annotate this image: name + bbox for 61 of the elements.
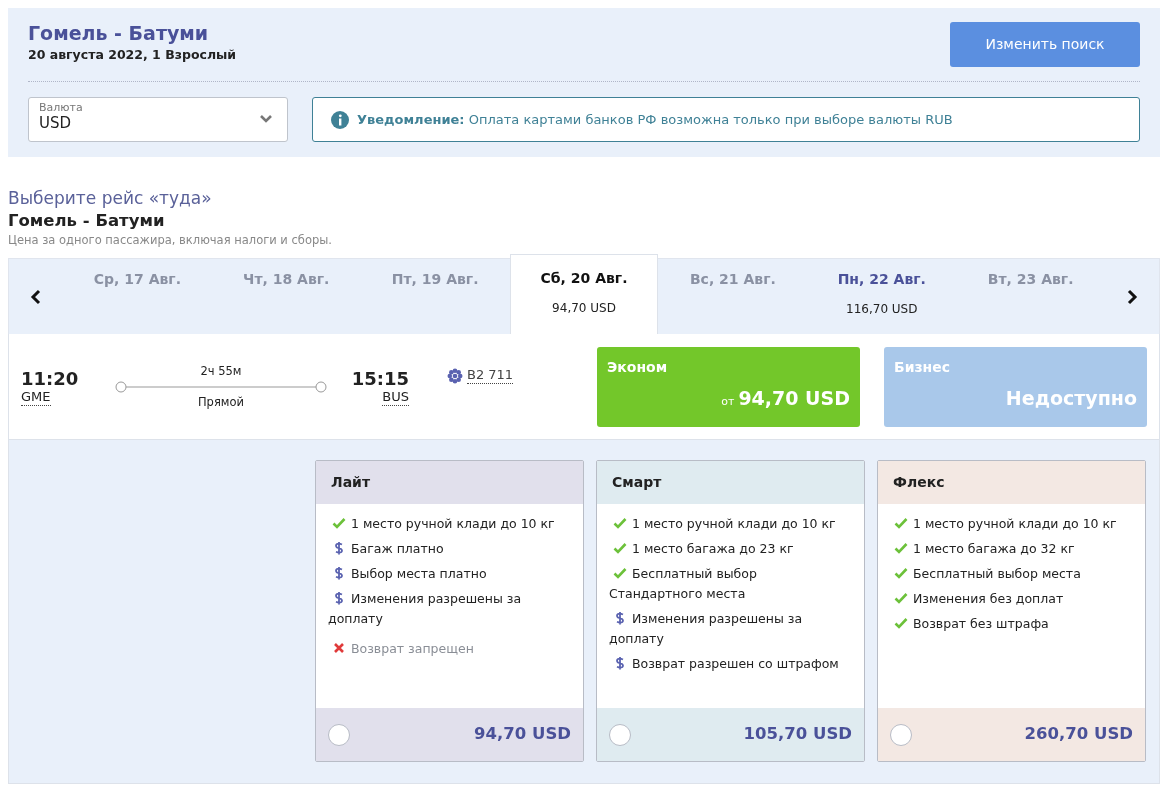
route-title: Гомель - Батуми [28, 22, 210, 46]
check-icon [893, 516, 909, 531]
fare-feature: Выбор места платно [328, 564, 571, 585]
cabin-class-button[interactable]: Эконом от 94,70 USD [597, 346, 860, 427]
date-tab[interactable]: Ср, 17 Авг. [62, 259, 212, 335]
fare-radio[interactable] [609, 723, 631, 746]
fare-name: Флекс [878, 461, 1145, 505]
fare-price: 260,70 USD [1024, 723, 1133, 746]
chevron-down-icon [259, 114, 273, 124]
change-search-button[interactable]: Изменить поиск [950, 22, 1140, 67]
duration-label: 2ч 55м [200, 362, 242, 380]
check-icon [893, 541, 909, 556]
date-tab[interactable]: Вс, 21 Авг. [658, 259, 808, 335]
snowflake-icon [447, 367, 463, 384]
fare-feature: Возврат разрешен со штрафом [609, 654, 852, 675]
departure-time: 11:20 [21, 367, 79, 390]
fare-name: Лайт [316, 461, 583, 505]
date-tab[interactable]: Пн, 22 Авг. 116,70 USD [807, 259, 957, 335]
fare-feature: Возврат без штрафа [890, 614, 1133, 635]
airport-code: BUS [382, 389, 409, 406]
fare-radio[interactable] [890, 723, 912, 746]
date-tab[interactable]: Пт, 19 Авг. [360, 259, 510, 335]
flight-number-link[interactable]: B2 711 [467, 367, 514, 385]
route-name: Гомель - Батуми [8, 210, 166, 233]
fare-feature: 1 место ручной клади до 10 кг [328, 514, 571, 535]
date-tab[interactable]: Сб, 20 Авг. 94,70 USD [509, 254, 659, 335]
check-icon [893, 616, 909, 631]
fare-name: Смарт [597, 461, 864, 505]
fare-feature: Возврат запрещен [328, 639, 571, 660]
section-heading: Выберите рейс «туда» [8, 187, 213, 210]
date-tab[interactable]: Вт, 23 Авг. [956, 259, 1106, 335]
fare-radio[interactable] [328, 723, 350, 746]
check-icon [893, 566, 909, 581]
airport-code: GME [21, 389, 51, 406]
fare-feature: 1 место багажа до 32 кг [890, 539, 1133, 560]
stops-label: Прямой [197, 393, 245, 411]
chevron-left-icon [29, 288, 42, 305]
info-icon [331, 110, 349, 129]
check-icon [612, 541, 628, 556]
fare-feature: Бесплатный выбор места [890, 564, 1133, 585]
notice-text: Уведомление: Оплата картами банков РФ возможна только при выборе валюты RUB [357, 110, 953, 129]
date-tab[interactable]: Чт, 18 Авг. [211, 259, 361, 335]
fare-feature: Изменения разрешены за доплату [328, 590, 523, 629]
currency-select[interactable]: Валюта USD [28, 97, 288, 142]
price-note: Цена за одного пассажира, включая налоги и сборы. [8, 232, 333, 249]
chevron-right-icon [1126, 288, 1139, 305]
fare-feature: 1 место ручной клади до 10 кг [609, 514, 852, 535]
fare-price: 105,70 USD [743, 723, 852, 746]
search-summary: 20 августа 2022, 1 Взрослый [28, 45, 237, 64]
fare-feature: 1 место багажа до 23 кг [609, 539, 852, 560]
check-icon [893, 591, 909, 606]
check-icon [612, 516, 628, 531]
fare-feature: 1 место ручной клади до 10 кг [890, 514, 1133, 535]
fare-feature: Изменения разрешены за доплату [609, 610, 804, 649]
fare-feature: Багаж платно [328, 539, 571, 560]
fare-price: 94,70 USD [474, 723, 571, 746]
fare-feature: Изменения без доплат [890, 589, 1133, 610]
check-icon [331, 516, 347, 531]
arrival-time: 15:15 [351, 367, 409, 390]
fare-feature: Бесплатный выбор Стандартного места [609, 565, 758, 604]
check-icon [612, 566, 628, 581]
